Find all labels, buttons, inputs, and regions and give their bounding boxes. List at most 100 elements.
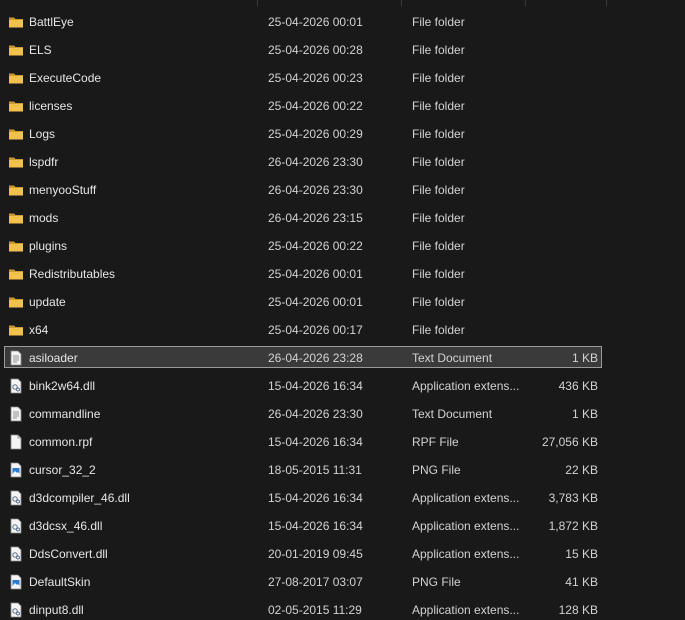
file-type: Application extens... bbox=[412, 491, 520, 505]
file-name: Logs bbox=[29, 127, 56, 141]
file-row[interactable]: update 25-04-2026 00:01 File folder bbox=[4, 290, 602, 312]
folder-icon bbox=[8, 238, 24, 254]
file-row[interactable]: bink2w64.dll 15-04-2026 16:34 Application … bbox=[4, 374, 602, 396]
file-row[interactable]: menyooStuff 26-04-2026 23:30 File folder bbox=[4, 178, 602, 200]
folder-icon bbox=[8, 70, 24, 86]
file-type: PNG File bbox=[412, 463, 461, 477]
file-row[interactable]: x64 25-04-2026 00:17 File folder bbox=[4, 318, 602, 340]
blank-file-icon bbox=[8, 434, 24, 450]
file-date-modified: 25-04-2026 00:01 bbox=[268, 295, 363, 309]
column-separator[interactable] bbox=[257, 0, 258, 6]
dll-file-icon bbox=[8, 490, 24, 506]
file-date-modified: 18-05-2015 11:31 bbox=[268, 463, 362, 477]
file-row[interactable]: DefaultSkin 27-08-2017 03:07 PNG File 41 KB bbox=[4, 570, 602, 592]
folder-icon bbox=[8, 98, 24, 114]
file-name: plugins bbox=[29, 239, 68, 253]
column-separator[interactable] bbox=[606, 0, 607, 6]
file-row[interactable]: plugins 25-04-2026 00:22 File folder bbox=[4, 234, 602, 256]
file-date-modified: 26-04-2026 23:30 bbox=[268, 407, 363, 421]
text-document-icon bbox=[8, 406, 24, 422]
file-row[interactable]: asiloader 26-04-2026 23:28 Text Document 1 … bbox=[4, 346, 602, 368]
file-row[interactable]: Redistributables 25-04-2026 00:01 File fol… bbox=[4, 262, 602, 284]
file-date-modified: 25-04-2026 00:29 bbox=[268, 127, 363, 141]
file-date-modified: 25-04-2026 00:22 bbox=[268, 99, 363, 113]
folder-icon bbox=[8, 126, 24, 142]
file-size: 436 KB bbox=[558, 379, 598, 393]
image-file-icon bbox=[8, 462, 24, 478]
file-row[interactable]: lspdfr 26-04-2026 23:30 File folder bbox=[4, 150, 602, 172]
file-type: Application extens... bbox=[412, 379, 520, 393]
file-row[interactable]: ExecuteCode 25-04-2026 00:23 File folder bbox=[4, 66, 602, 88]
file-name: x64 bbox=[29, 323, 49, 337]
file-row[interactable]: BattlEye 25-04-2026 00:01 File folder bbox=[4, 10, 602, 32]
file-date-modified: 15-04-2026 16:34 bbox=[268, 519, 363, 533]
file-row[interactable]: ELS 25-04-2026 00:28 File folder bbox=[4, 38, 602, 60]
file-type: Application extens... bbox=[412, 547, 520, 561]
file-date-modified: 15-04-2026 16:34 bbox=[268, 379, 363, 393]
file-name: asiloader bbox=[29, 351, 78, 365]
file-size: 3,783 KB bbox=[548, 491, 598, 505]
column-separator[interactable] bbox=[525, 0, 526, 6]
folder-icon bbox=[8, 210, 24, 226]
file-type: Text Document bbox=[412, 407, 493, 421]
file-name: dinput8.dll bbox=[29, 603, 84, 617]
file-name: Redistributables bbox=[29, 267, 116, 281]
file-date-modified: 26-04-2026 23:15 bbox=[268, 211, 363, 225]
file-row[interactable]: mods 26-04-2026 23:15 File folder bbox=[4, 206, 602, 228]
file-date-modified: 25-04-2026 00:22 bbox=[268, 239, 363, 253]
file-type: RPF File bbox=[412, 435, 459, 449]
file-type: File folder bbox=[412, 71, 465, 85]
file-type: File folder bbox=[412, 155, 465, 169]
file-type: File folder bbox=[412, 211, 465, 225]
folder-icon bbox=[8, 322, 24, 338]
file-row[interactable]: cursor_32_2 18-05-2015 11:31 PNG File 22 KB bbox=[4, 458, 602, 480]
file-type: File folder bbox=[412, 43, 465, 57]
file-date-modified: 20-01-2019 09:45 bbox=[268, 547, 363, 561]
file-size: 15 KB bbox=[565, 547, 598, 561]
file-date-modified: 25-04-2026 00:01 bbox=[268, 15, 363, 29]
file-row[interactable]: d3dcompiler_46.dll 15-04-2026 16:34 Applic… bbox=[4, 486, 602, 508]
file-row[interactable]: DdsConvert.dll 20-01-2019 09:45 Applicatio… bbox=[4, 542, 602, 564]
file-date-modified: 26-04-2026 23:28 bbox=[268, 351, 363, 365]
file-date-modified: 27-08-2017 03:07 bbox=[268, 575, 363, 589]
file-name: d3dcsx_46.dll bbox=[29, 519, 103, 533]
file-name: common.rpf bbox=[29, 435, 93, 449]
folder-icon bbox=[8, 294, 24, 310]
file-size: 27,056 KB bbox=[541, 435, 598, 449]
file-name: licenses bbox=[29, 99, 73, 113]
file-name: commandline bbox=[29, 407, 101, 421]
file-row[interactable]: d3dcsx_46.dll 15-04-2026 16:34 Application… bbox=[4, 514, 602, 536]
file-name: lspdfr bbox=[29, 155, 59, 169]
image-file-icon bbox=[8, 574, 24, 590]
file-type: Application extens... bbox=[412, 603, 520, 617]
file-date-modified: 15-04-2026 16:34 bbox=[268, 491, 363, 505]
file-name: mods bbox=[29, 211, 59, 225]
file-type: PNG File bbox=[412, 575, 461, 589]
file-size: 1 KB bbox=[571, 407, 598, 421]
file-row[interactable]: common.rpf 15-04-2026 16:34 RPF File 27,056… bbox=[4, 430, 602, 452]
file-name: DefaultSkin bbox=[29, 575, 91, 589]
file-row[interactable]: Logs 25-04-2026 00:29 File folder bbox=[4, 122, 602, 144]
dll-file-icon bbox=[8, 518, 24, 534]
file-name: DdsConvert.dll bbox=[29, 547, 108, 561]
file-name: bink2w64.dll bbox=[29, 379, 96, 393]
file-name: d3dcompiler_46.dll bbox=[29, 491, 130, 505]
file-size: 22 KB bbox=[565, 463, 598, 477]
file-type: File folder bbox=[412, 99, 465, 113]
file-row[interactable]: commandline 26-04-2026 23:30 Text Document… bbox=[4, 402, 602, 424]
file-name: BattlEye bbox=[29, 15, 74, 29]
column-separator[interactable] bbox=[401, 0, 402, 6]
file-name: update bbox=[29, 295, 66, 309]
folder-icon bbox=[8, 154, 24, 170]
file-name: ELS bbox=[29, 43, 52, 57]
file-size: 1 KB bbox=[571, 351, 598, 365]
folder-icon bbox=[8, 182, 24, 198]
file-name: cursor_32_2 bbox=[29, 463, 96, 477]
file-row[interactable]: dinput8.dll 02-05-2015 11:29 Application e… bbox=[4, 598, 602, 620]
text-document-icon bbox=[8, 350, 24, 366]
file-type: Text Document bbox=[412, 351, 493, 365]
file-type: File folder bbox=[412, 323, 465, 337]
file-row[interactable]: licenses 25-04-2026 00:22 File folder bbox=[4, 94, 602, 116]
file-type: File folder bbox=[412, 15, 465, 29]
dll-file-icon bbox=[8, 546, 24, 562]
